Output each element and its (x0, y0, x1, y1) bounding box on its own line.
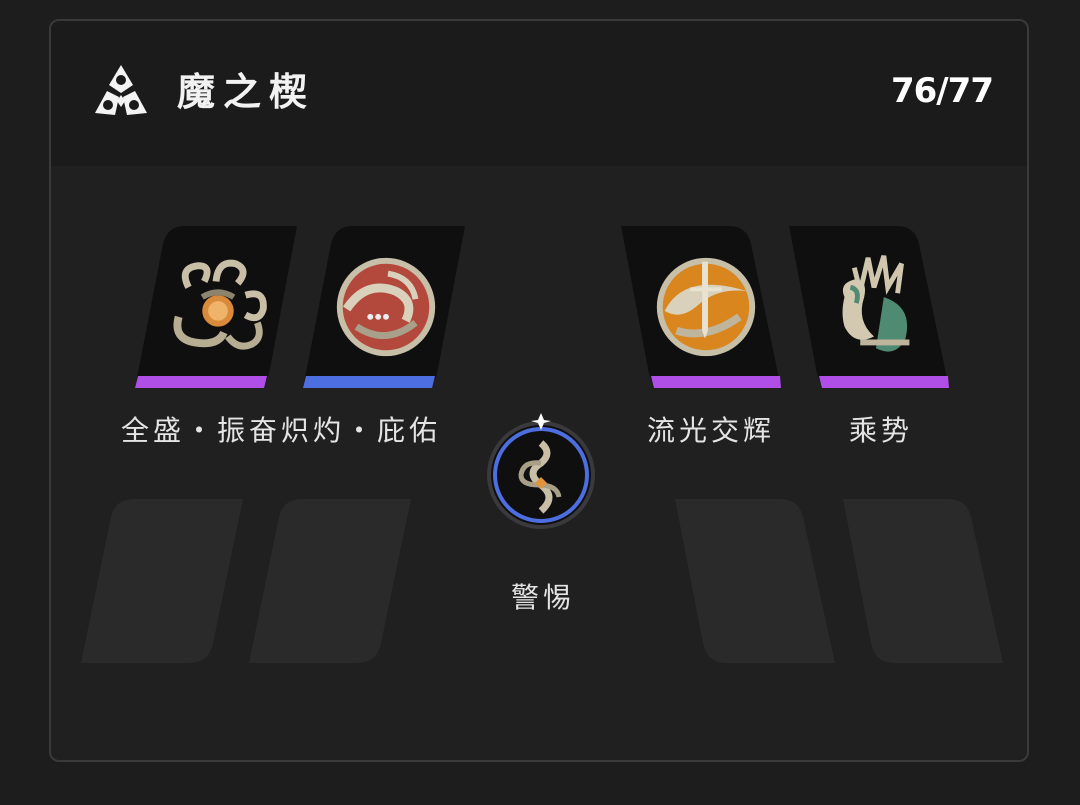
empty-slot-3[interactable] (671, 499, 837, 665)
serpent-emblem-icon (518, 440, 562, 514)
mod-card-hydra[interactable] (135, 226, 301, 392)
page-title: 魔之楔 (177, 70, 316, 114)
empty-slot-1[interactable] (81, 499, 247, 665)
beast-crest-emblem-icon (842, 255, 910, 352)
hydra-emblem-icon (173, 259, 267, 350)
center-label: 警惕 (511, 581, 576, 614)
mod-count: 76/77 (890, 71, 994, 111)
empty-slot-4[interactable] (839, 499, 1005, 665)
mod-panel: 魔之楔 76/77 全盛・振奋炽灼・庇佑 警惕 流光交辉 乘势 (49, 19, 1029, 762)
empty-slot-2[interactable] (249, 499, 415, 665)
mod-card-swirl[interactable] (303, 226, 469, 392)
swirl-emblem-icon (336, 257, 436, 357)
trefoil-logo-icon (95, 65, 147, 115)
right-label-1: 流光交辉 (647, 414, 776, 447)
winged-sword-emblem-icon (656, 257, 756, 357)
mod-card-beast-crest[interactable] (785, 226, 951, 392)
right-label-2: 乘势 (849, 414, 914, 447)
panel-header: 魔之楔 76/77 (51, 21, 1027, 166)
left-group-label: 全盛・振奋炽灼・庇佑 (121, 414, 442, 447)
mod-card-winged-sword[interactable] (617, 226, 783, 392)
